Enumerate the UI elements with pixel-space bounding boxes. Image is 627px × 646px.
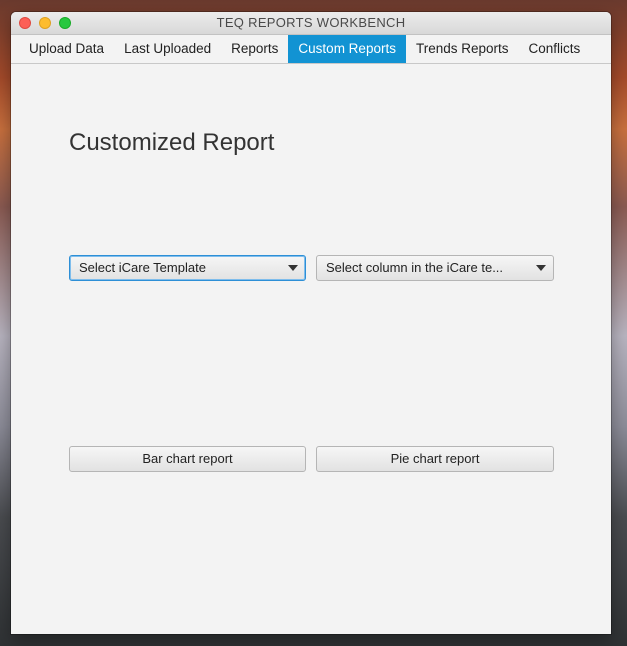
app-window: TEQ REPORTS WORKBENCH Upload Data Last U… — [11, 12, 611, 634]
tab-bar: Upload Data Last Uploaded Reports Custom… — [11, 35, 611, 64]
tab-reports[interactable]: Reports — [221, 35, 288, 63]
template-select[interactable]: Select iCare Template — [69, 255, 306, 281]
custom-reports-panel: Customized Report Select iCare Template … — [11, 64, 611, 634]
minimize-window-button[interactable] — [39, 17, 51, 29]
page-title: Customized Report — [69, 129, 275, 156]
maximize-window-button[interactable] — [59, 17, 71, 29]
title-bar[interactable]: TEQ REPORTS WORKBENCH — [11, 12, 611, 35]
column-select-value: Select column in the iCare te... — [326, 260, 504, 275]
window-title: TEQ REPORTS WORKBENCH — [216, 15, 406, 30]
bar-chart-report-button[interactable]: Bar chart report — [69, 446, 306, 472]
window-controls — [19, 17, 71, 29]
tab-upload-data[interactable]: Upload Data — [19, 35, 114, 63]
chevron-down-icon — [288, 265, 298, 271]
tab-conflicts[interactable]: Conflicts — [519, 35, 591, 63]
column-select[interactable]: Select column in the iCare te... — [316, 255, 554, 281]
pie-chart-report-button[interactable]: Pie chart report — [316, 446, 554, 472]
close-window-button[interactable] — [19, 17, 31, 29]
tab-trends-reports[interactable]: Trends Reports — [406, 35, 519, 63]
template-select-value: Select iCare Template — [79, 260, 206, 275]
tab-last-uploaded[interactable]: Last Uploaded — [114, 35, 221, 63]
tab-custom-reports[interactable]: Custom Reports — [288, 35, 406, 63]
chevron-down-icon — [536, 265, 546, 271]
